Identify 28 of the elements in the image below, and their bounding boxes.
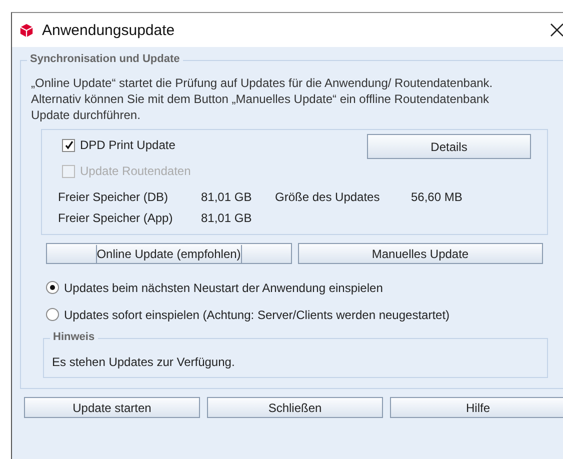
details-button[interactable]: Details: [367, 134, 531, 159]
radio-label[interactable]: Updates sofort einspielen (Achtung: Server/Clients werden neugestartet): [64, 308, 450, 322]
field-label: Freier Speicher (App): [58, 210, 174, 224]
checkbox[interactable]: [62, 138, 75, 152]
update-button[interactable]: Online Update (empfohlen): [46, 243, 292, 264]
hint-text: Es stehen Updates zur Verfügung.: [52, 355, 236, 369]
description-text: „Online Update“ startet die Prüfung auf Updates für die Anwendung/ Routendatenbank. Alternativ können Sie mit dem Button „Manuelles Update“ ein offline Routendatenbank Update durchführen.: [31, 75, 494, 123]
field-label: Freier Speicher (DB): [58, 190, 170, 204]
window-title: Anwendungsupdate: [42, 22, 176, 38]
checkbox-label[interactable]: DPD Print Update: [80, 138, 176, 152]
update-button[interactable]: Manuelles Update: [298, 243, 543, 264]
field-value: 81,01 GB: [201, 210, 253, 224]
field-label: Größe des Updates: [275, 190, 381, 204]
checkbox-label: Update Routendaten: [80, 164, 191, 178]
close-icon[interactable]: [550, 23, 563, 37]
radio-label[interactable]: Updates beim nächsten Neustart der Anwendung einspielen: [64, 280, 383, 294]
radio-button[interactable]: [46, 308, 59, 321]
hint-title: Hinweis: [50, 331, 98, 343]
dialog-button[interactable]: Update starten: [24, 397, 200, 418]
focus-outline: Manuelles Update: [372, 246, 469, 260]
dialog-button[interactable]: Hilfe: [390, 397, 563, 418]
cube-icon: [19, 22, 34, 38]
radio-button[interactable]: [46, 281, 59, 294]
dialog-button[interactable]: Schließen: [207, 397, 383, 418]
field-value: 56,60 MB: [411, 190, 464, 204]
field-value: 81,01 GB: [201, 190, 253, 204]
focus-outline: Online Update (empfohlen): [96, 244, 242, 262]
group-title: Synchronisation und Update: [27, 53, 183, 65]
